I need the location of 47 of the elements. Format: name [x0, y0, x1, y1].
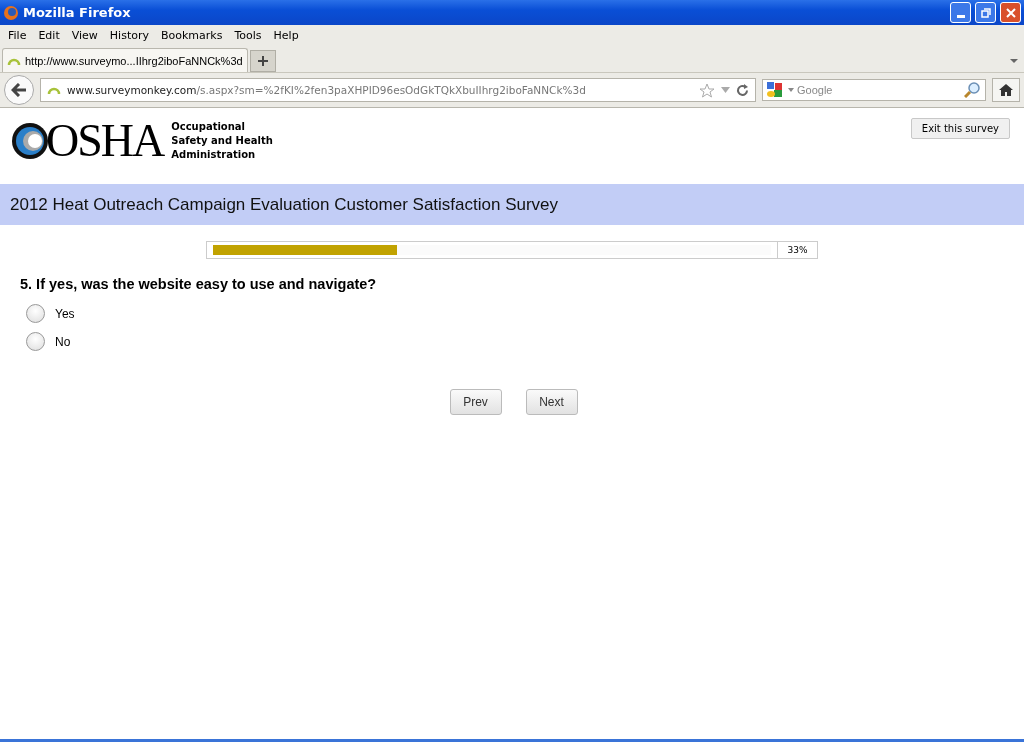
- menu-item[interactable]: Bookmarks: [155, 29, 229, 42]
- search-icon[interactable]: [964, 81, 981, 98]
- menu-item[interactable]: History: [103, 29, 155, 42]
- back-button[interactable]: [4, 75, 34, 105]
- agency-name-line: Safety and Health: [171, 134, 273, 148]
- radio-button[interactable]: [26, 304, 45, 323]
- home-icon: [998, 83, 1014, 97]
- search-field[interactable]: Google: [762, 79, 986, 101]
- option-label[interactable]: No: [55, 334, 71, 349]
- restore-icon: [980, 7, 991, 18]
- menu-item[interactable]: Edit: [32, 29, 66, 42]
- logo-text: OSHA: [46, 118, 164, 164]
- minimize-button[interactable]: [950, 2, 971, 23]
- tab-list-caret-icon[interactable]: [1010, 59, 1018, 64]
- next-button[interactable]: Next: [525, 389, 578, 415]
- menu-item[interactable]: View: [65, 29, 104, 42]
- reload-icon[interactable]: [736, 83, 749, 97]
- agency-name-line: Administration: [171, 148, 257, 162]
- minimize-icon: [956, 15, 965, 18]
- menu-item[interactable]: Tools: [228, 29, 268, 42]
- google-logo-icon[interactable]: [766, 81, 784, 99]
- star-icon[interactable]: [699, 82, 715, 98]
- option-label[interactable]: Yes: [55, 306, 75, 321]
- loading-arc-icon: [47, 85, 61, 95]
- firefox-logo-icon: [3, 4, 19, 21]
- ring-logo-icon: [10, 121, 50, 161]
- back-arrow-icon: [11, 83, 27, 97]
- agency-name-line: Occupational: [171, 120, 246, 134]
- close-button[interactable]: [1000, 2, 1021, 23]
- dropdown-caret-icon[interactable]: [788, 88, 794, 92]
- close-icon: [1005, 7, 1016, 18]
- window-title: Mozilla Firefox: [23, 5, 132, 20]
- url-field[interactable]: www.surveymonkey.com/s.aspx?sm=%2fKI%2fen3paXHPID96esOdGkTQkXbuIIhrg2iboFaNNCk%3d: [40, 78, 756, 102]
- dropdown-caret-icon[interactable]: [721, 87, 730, 93]
- question-text: 5. If yes, was the website easy to use and navigate?: [20, 276, 378, 292]
- radio-button[interactable]: [26, 332, 45, 351]
- exit-survey-button[interactable]: Exit this survey: [910, 118, 1010, 139]
- home-button[interactable]: [992, 78, 1020, 102]
- new-tab-button[interactable]: [249, 50, 276, 72]
- progress-percent: 33%: [778, 241, 818, 259]
- browser-tab[interactable]: http://www.surveymo...IIhrg2iboFaNNCk%3d: [2, 48, 248, 72]
- restore-button[interactable]: [975, 2, 996, 23]
- survey-title: 2012 Heat Outreach Campaign Evaluation Customer Satisfaction Survey: [0, 184, 1024, 225]
- menu-item[interactable]: File: [2, 29, 33, 42]
- prev-button[interactable]: Prev: [449, 389, 502, 415]
- plus-icon: [256, 55, 269, 67]
- menu-item[interactable]: Help: [267, 29, 305, 42]
